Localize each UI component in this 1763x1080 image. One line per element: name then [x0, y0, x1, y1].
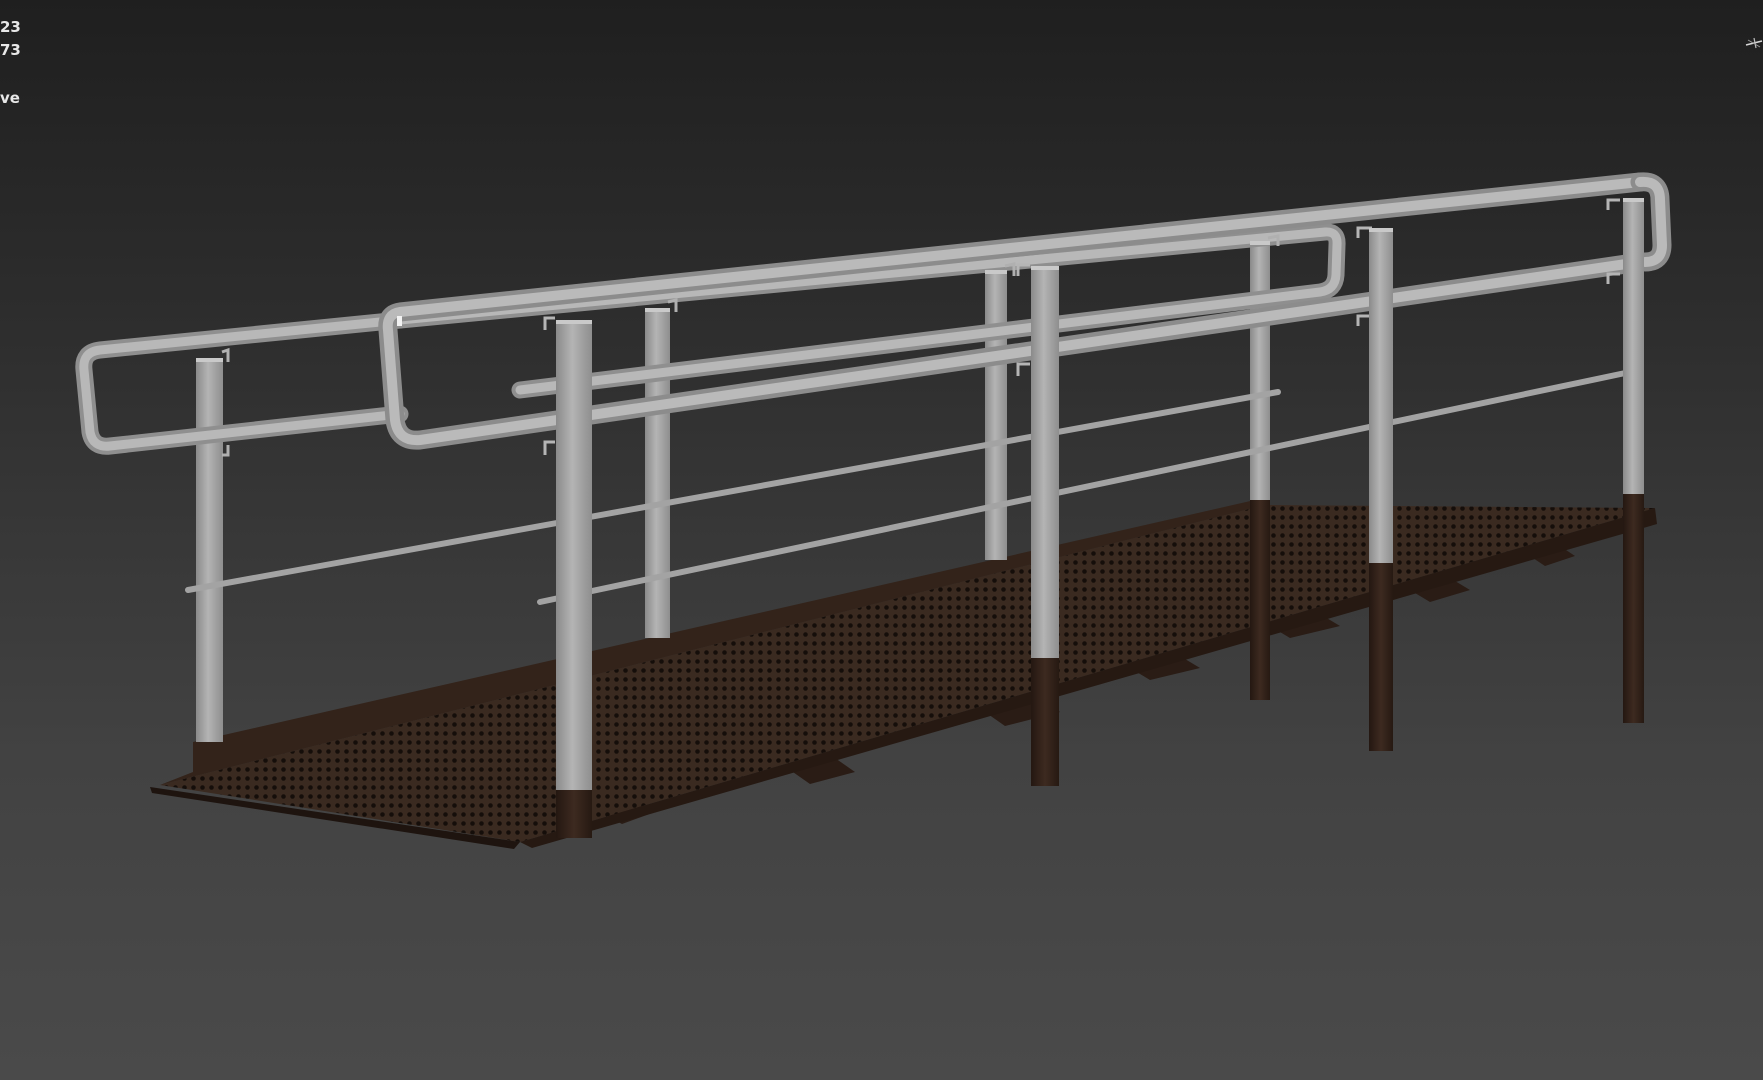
viewport-stat-line-2: 73	[0, 41, 21, 59]
ramp-model-icon[interactable]	[0, 0, 1763, 1080]
viewport-label: ve	[0, 89, 20, 107]
viewport-stat-line-1: 23	[0, 18, 21, 36]
view-cube-axis-icon[interactable]	[1744, 36, 1763, 50]
3d-viewport[interactable]: 23 73 ve	[0, 0, 1763, 1080]
handrail-highlight	[397, 316, 402, 326]
